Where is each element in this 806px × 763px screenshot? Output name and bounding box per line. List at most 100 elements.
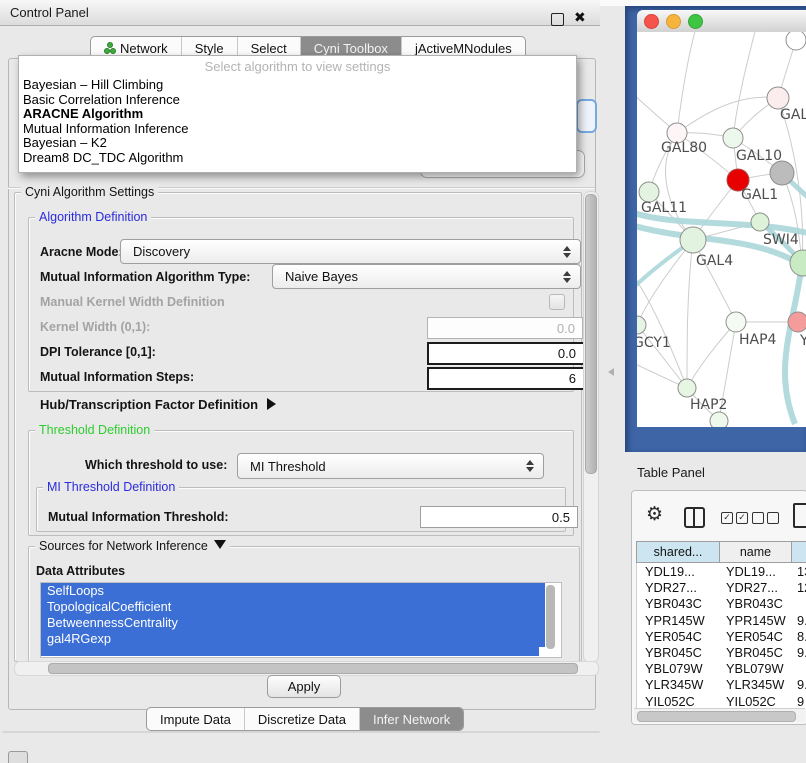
algorithm-option[interactable]: ARACNE Algorithm xyxy=(19,107,576,122)
mac-close-icon[interactable] xyxy=(644,14,659,29)
mi-threshold-input[interactable]: 0.5 xyxy=(420,506,578,528)
attributes-scrollbar[interactable] xyxy=(546,585,555,649)
table-cell: YBR045C xyxy=(645,645,702,660)
mi-steps-input[interactable]: 6 xyxy=(427,367,585,390)
algorithm-combobox-spinner[interactable] xyxy=(576,99,597,133)
table-row[interactable]: YBR043CYBR043C xyxy=(637,595,806,611)
table-row[interactable]: YDL19...YDL19...13 xyxy=(637,563,806,579)
network-node-y[interactable] xyxy=(788,312,806,332)
data-attributes-list[interactable]: SelfLoopsTopologicalCoefficientBetweenne… xyxy=(40,582,562,658)
attribute-item-partial[interactable] xyxy=(41,647,539,656)
table-cell: 9 xyxy=(797,694,804,709)
which-threshold-select[interactable]: MI Threshold xyxy=(237,453,544,479)
settings-hscrollbar-thumb[interactable] xyxy=(48,663,578,674)
apply-button[interactable]: Apply xyxy=(267,675,341,698)
network-edge[interactable] xyxy=(687,322,736,388)
table-row[interactable]: YBL079WYBL079W xyxy=(637,660,806,676)
file-icon[interactable] xyxy=(793,503,806,528)
network-edge[interactable] xyxy=(733,32,757,138)
table-row[interactable]: YIL052CYIL052C9 xyxy=(637,693,806,709)
close-icon[interactable]: ✖ xyxy=(574,9,586,26)
network-edge[interactable] xyxy=(677,32,697,133)
network-node-gal11[interactable] xyxy=(639,182,659,202)
table-cell: YLR345W xyxy=(645,677,703,692)
mac-minimize-icon[interactable] xyxy=(666,14,681,29)
attribute-item[interactable]: SelfLoops xyxy=(41,583,545,599)
network-edge[interactable] xyxy=(637,240,693,325)
network-node-label: GAL11 xyxy=(641,200,687,216)
algorithm-option[interactable]: Bayesian – K2 xyxy=(19,136,576,151)
table-row[interactable]: YDR27...YDR27...12 xyxy=(637,579,806,595)
table-body[interactable]: YDL19...YDL19...13YDR27...YDR27...12YBR0… xyxy=(636,563,806,708)
network-node-hap4[interactable] xyxy=(726,312,746,332)
network-graph[interactable]: GALGAL80GAL10GAL1GAL11GAL4SWI4GCY1HAP4YH… xyxy=(637,32,806,427)
columns-icon[interactable] xyxy=(684,507,705,528)
network-node-gal4[interactable] xyxy=(680,227,706,253)
network-node-gal10[interactable] xyxy=(723,128,743,148)
network-node-swi4[interactable] xyxy=(751,213,769,231)
hub-definition-label: Hub/Transcription Factor Definition xyxy=(40,397,258,412)
tab-label: Style xyxy=(195,41,224,56)
aracne-mode-select[interactable]: Discovery xyxy=(120,239,581,264)
network-window: GALGAL80GAL10GAL1GAL11GAL4SWI4GCY1HAP4YH… xyxy=(637,10,806,427)
table-row[interactable]: YPR145WYPR145W9. xyxy=(637,612,806,628)
table-cell: YIL052C xyxy=(645,694,695,709)
gear-icon[interactable]: ⚙ xyxy=(646,505,663,524)
algorithm-option[interactable]: Mutual Information Inference xyxy=(19,122,576,137)
network-node-label: GAL1 xyxy=(741,187,778,203)
tab-label: Cyni Toolbox xyxy=(314,41,388,56)
column-header-partial[interactable] xyxy=(792,541,806,563)
column-header-name[interactable]: name xyxy=(720,541,792,563)
network-node-hap2[interactable] xyxy=(678,379,696,397)
settings-vscrollbar-thumb[interactable] xyxy=(585,194,597,474)
bottom-tab-infer-network[interactable]: Infer Network xyxy=(359,708,463,730)
control-panel-bottom-edge xyxy=(2,731,600,733)
algorithm-option[interactable]: Dream8 DC_TDC Algorithm xyxy=(19,151,576,166)
select-all-icon[interactable]: ✓✓ xyxy=(721,512,748,524)
table-hscrollbar-thumb[interactable] xyxy=(637,711,796,722)
tab-label: Infer Network xyxy=(373,712,450,727)
network-node[interactable] xyxy=(710,412,728,427)
splitpane-collapse-handle[interactable] xyxy=(608,368,614,376)
algorithm-option[interactable]: Basic Correlation Inference xyxy=(19,93,576,108)
table-row[interactable]: YLR345WYLR345W9. xyxy=(637,676,806,692)
bottom-tab-discretize-data[interactable]: Discretize Data xyxy=(244,708,359,730)
bottom-tabbar: Impute DataDiscretize Data Infer Network xyxy=(146,707,464,731)
dpi-tolerance-input[interactable]: 0.0 xyxy=(427,342,585,365)
network-node-label: HAP4 xyxy=(739,332,777,348)
table-row[interactable]: YER054CYER054C8. xyxy=(637,628,806,644)
table-cell: YER054C xyxy=(726,629,783,644)
manual-kernel-checkbox[interactable] xyxy=(549,294,565,310)
bottom-tab-impute-data[interactable]: Impute Data xyxy=(147,708,244,730)
network-edge[interactable] xyxy=(687,240,693,388)
algorithm-dropdown: Select algorithm to view settings Bayesi… xyxy=(18,55,577,173)
deselect-all-icon[interactable] xyxy=(752,512,779,524)
network-canvas[interactable]: GALGAL80GAL10GAL1GAL11GAL4SWI4GCY1HAP4YH… xyxy=(637,32,806,427)
spinner-arrows-icon xyxy=(563,271,571,283)
column-header-shared[interactable]: shared... xyxy=(636,541,720,563)
hub-definition-toggle[interactable]: Hub/Transcription Factor Definition xyxy=(40,397,276,412)
float-window-icon[interactable] xyxy=(551,13,564,26)
network-window-titlebar[interactable] xyxy=(637,10,806,33)
attribute-item[interactable]: gal4RGexp xyxy=(41,631,545,647)
bottom-left-partial-icon[interactable] xyxy=(8,751,28,763)
network-node[interactable] xyxy=(770,161,794,185)
table-cell: 8. xyxy=(797,629,806,644)
mi-type-select[interactable]: Naive Bayes xyxy=(272,264,581,289)
network-edge[interactable] xyxy=(677,97,778,133)
mac-zoom-icon[interactable] xyxy=(688,14,703,29)
table-cell: 9. xyxy=(797,613,806,628)
table-cell: YDL19... xyxy=(645,564,695,579)
which-threshold-label: Which threshold to use: xyxy=(85,458,227,472)
table-cell: YBL079W xyxy=(726,661,784,676)
algorithm-option[interactable]: Bayesian – Hill Climbing xyxy=(19,78,576,93)
attribute-item[interactable]: BetweennessCentrality xyxy=(41,615,545,631)
network-node-gal[interactable] xyxy=(767,87,789,109)
sources-toggle[interactable]: Sources for Network Inference xyxy=(35,539,230,553)
table-row[interactable]: YBR045CYBR045C9. xyxy=(637,644,806,660)
network-node-gcy1[interactable] xyxy=(637,316,646,334)
table-hscrollbar-track[interactable] xyxy=(634,708,805,722)
network-node[interactable] xyxy=(786,32,806,50)
kernel-width-input[interactable]: 0.0 xyxy=(427,317,583,339)
attribute-item[interactable]: TopologicalCoefficient xyxy=(41,599,545,615)
